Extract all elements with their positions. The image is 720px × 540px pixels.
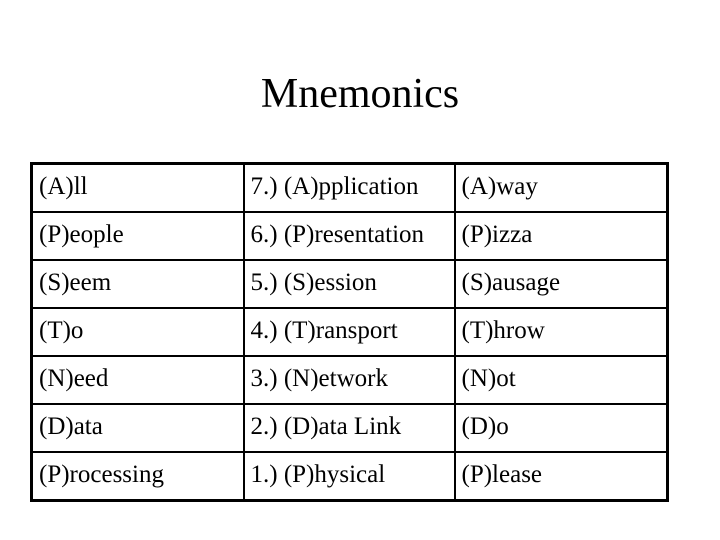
- mnemonic-word-cell: (T)o: [30, 307, 245, 357]
- alt-mnemonic-cell: (D)o: [453, 403, 669, 453]
- mnemonic-word-cell: (A)ll: [30, 162, 245, 213]
- table-row: (T)o 4.) (T)ransport (T)hrow: [30, 307, 669, 357]
- mnemonic-word-cell: (N)eed: [30, 355, 245, 405]
- table-row: (N)eed 3.) (N)etwork (N)ot: [30, 355, 669, 405]
- alt-mnemonic-cell: (S)ausage: [453, 259, 669, 309]
- mnemonic-word-cell: (P)eople: [30, 211, 245, 261]
- table-row: (S)eem 5.) (S)ession (S)ausage: [30, 259, 669, 309]
- osi-layer-cell: 3.) (N)etwork: [242, 355, 456, 405]
- table-row: (A)ll 7.) (A)pplication (A)way: [30, 162, 669, 213]
- osi-layer-cell: 2.) (D)ata Link: [242, 403, 456, 453]
- alt-mnemonic-cell: (P)izza: [453, 211, 669, 261]
- osi-layer-cell: 6.) (P)resentation: [242, 211, 456, 261]
- mnemonic-word-cell: (D)ata: [30, 403, 245, 453]
- osi-layer-cell: 5.) (S)ession: [242, 259, 456, 309]
- mnemonic-word-cell: (S)eem: [30, 259, 245, 309]
- alt-mnemonic-cell: (T)hrow: [453, 307, 669, 357]
- osi-layer-cell: 4.) (T)ransport: [242, 307, 456, 357]
- osi-layer-cell: 7.) (A)pplication: [242, 162, 456, 213]
- slide-title: Mnemonics: [260, 71, 460, 117]
- table-row: (P)rocessing 1.) (P)hysical (P)lease: [30, 451, 669, 502]
- mnemonics-table: (A)ll 7.) (A)pplication (A)way (P)eople …: [30, 162, 669, 502]
- table-row: (D)ata 2.) (D)ata Link (D)o: [30, 403, 669, 453]
- mnemonic-word-cell: (P)rocessing: [30, 451, 245, 502]
- osi-layer-cell: 1.) (P)hysical: [242, 451, 456, 502]
- table-row: (P)eople 6.) (P)resentation (P)izza: [30, 211, 669, 261]
- alt-mnemonic-cell: (A)way: [453, 162, 669, 213]
- alt-mnemonic-cell: (N)ot: [453, 355, 669, 405]
- alt-mnemonic-cell: (P)lease: [453, 451, 669, 502]
